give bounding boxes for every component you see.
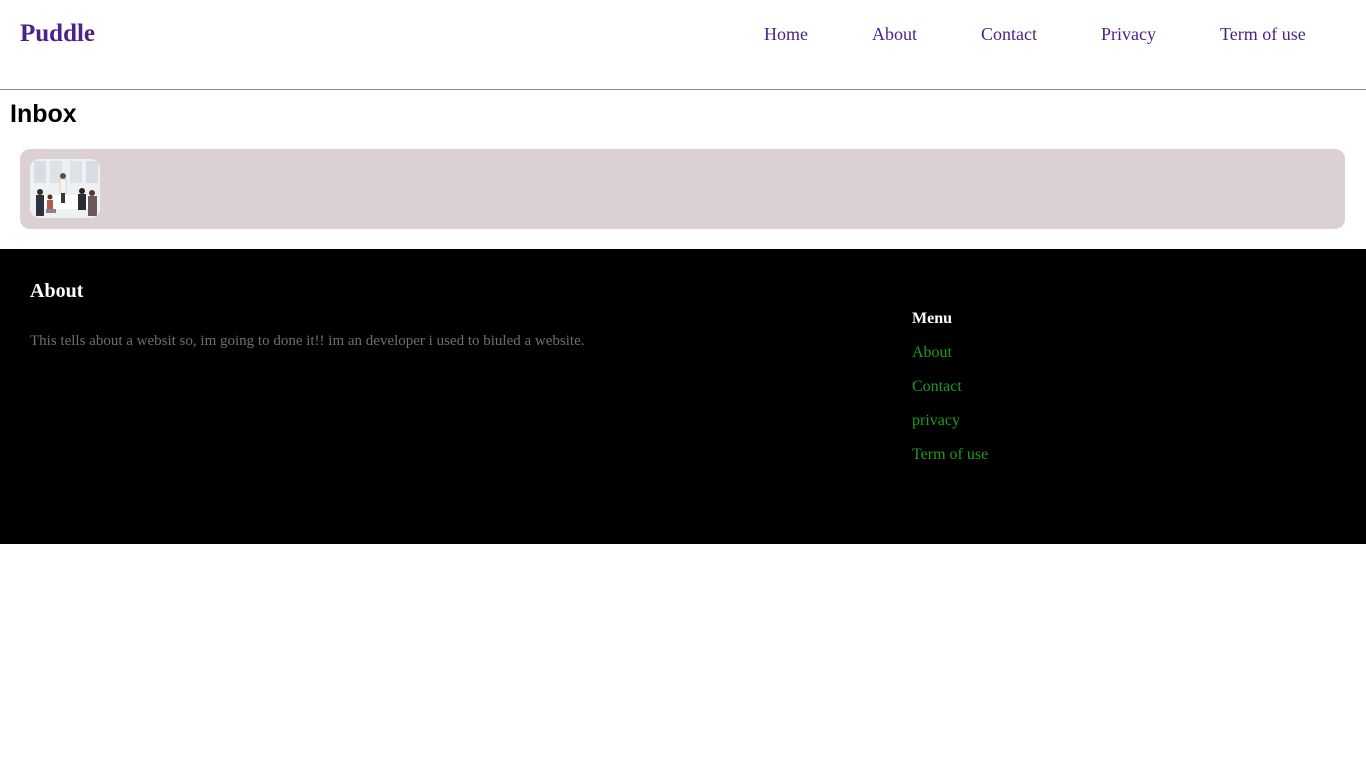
footer-link-contact[interactable]: Contact <box>912 377 988 397</box>
footer-link-about[interactable]: About <box>912 343 988 363</box>
page-title: Inbox <box>10 100 77 128</box>
site-header: Puddle Home About Contact Privacy Term o… <box>0 0 1366 90</box>
message-thumbnail-image[interactable] <box>30 159 100 218</box>
main-nav: Home About Contact Privacy Term of use <box>0 24 1366 46</box>
message-card[interactable] <box>20 149 1345 229</box>
footer-menu: About Contact privacy Term of use <box>912 343 988 479</box>
nav-about-link[interactable]: About <box>872 24 917 44</box>
nav-home-link[interactable]: Home <box>764 24 808 44</box>
nav-contact-link[interactable]: Contact <box>981 24 1037 44</box>
footer-about-text: This tells about a websit so, im going t… <box>30 333 585 349</box>
site-footer: About This tells about a websit so, im g… <box>0 249 1366 544</box>
footer-link-privacy[interactable]: privacy <box>912 411 988 431</box>
group-meeting-photo-icon <box>30 159 100 218</box>
footer-about-title: About <box>30 280 84 302</box>
footer-menu-title: Menu <box>912 310 952 327</box>
footer-link-terms[interactable]: Term of use <box>912 445 988 465</box>
nav-terms-link[interactable]: Term of use <box>1220 24 1306 44</box>
nav-privacy-link[interactable]: Privacy <box>1101 24 1156 44</box>
